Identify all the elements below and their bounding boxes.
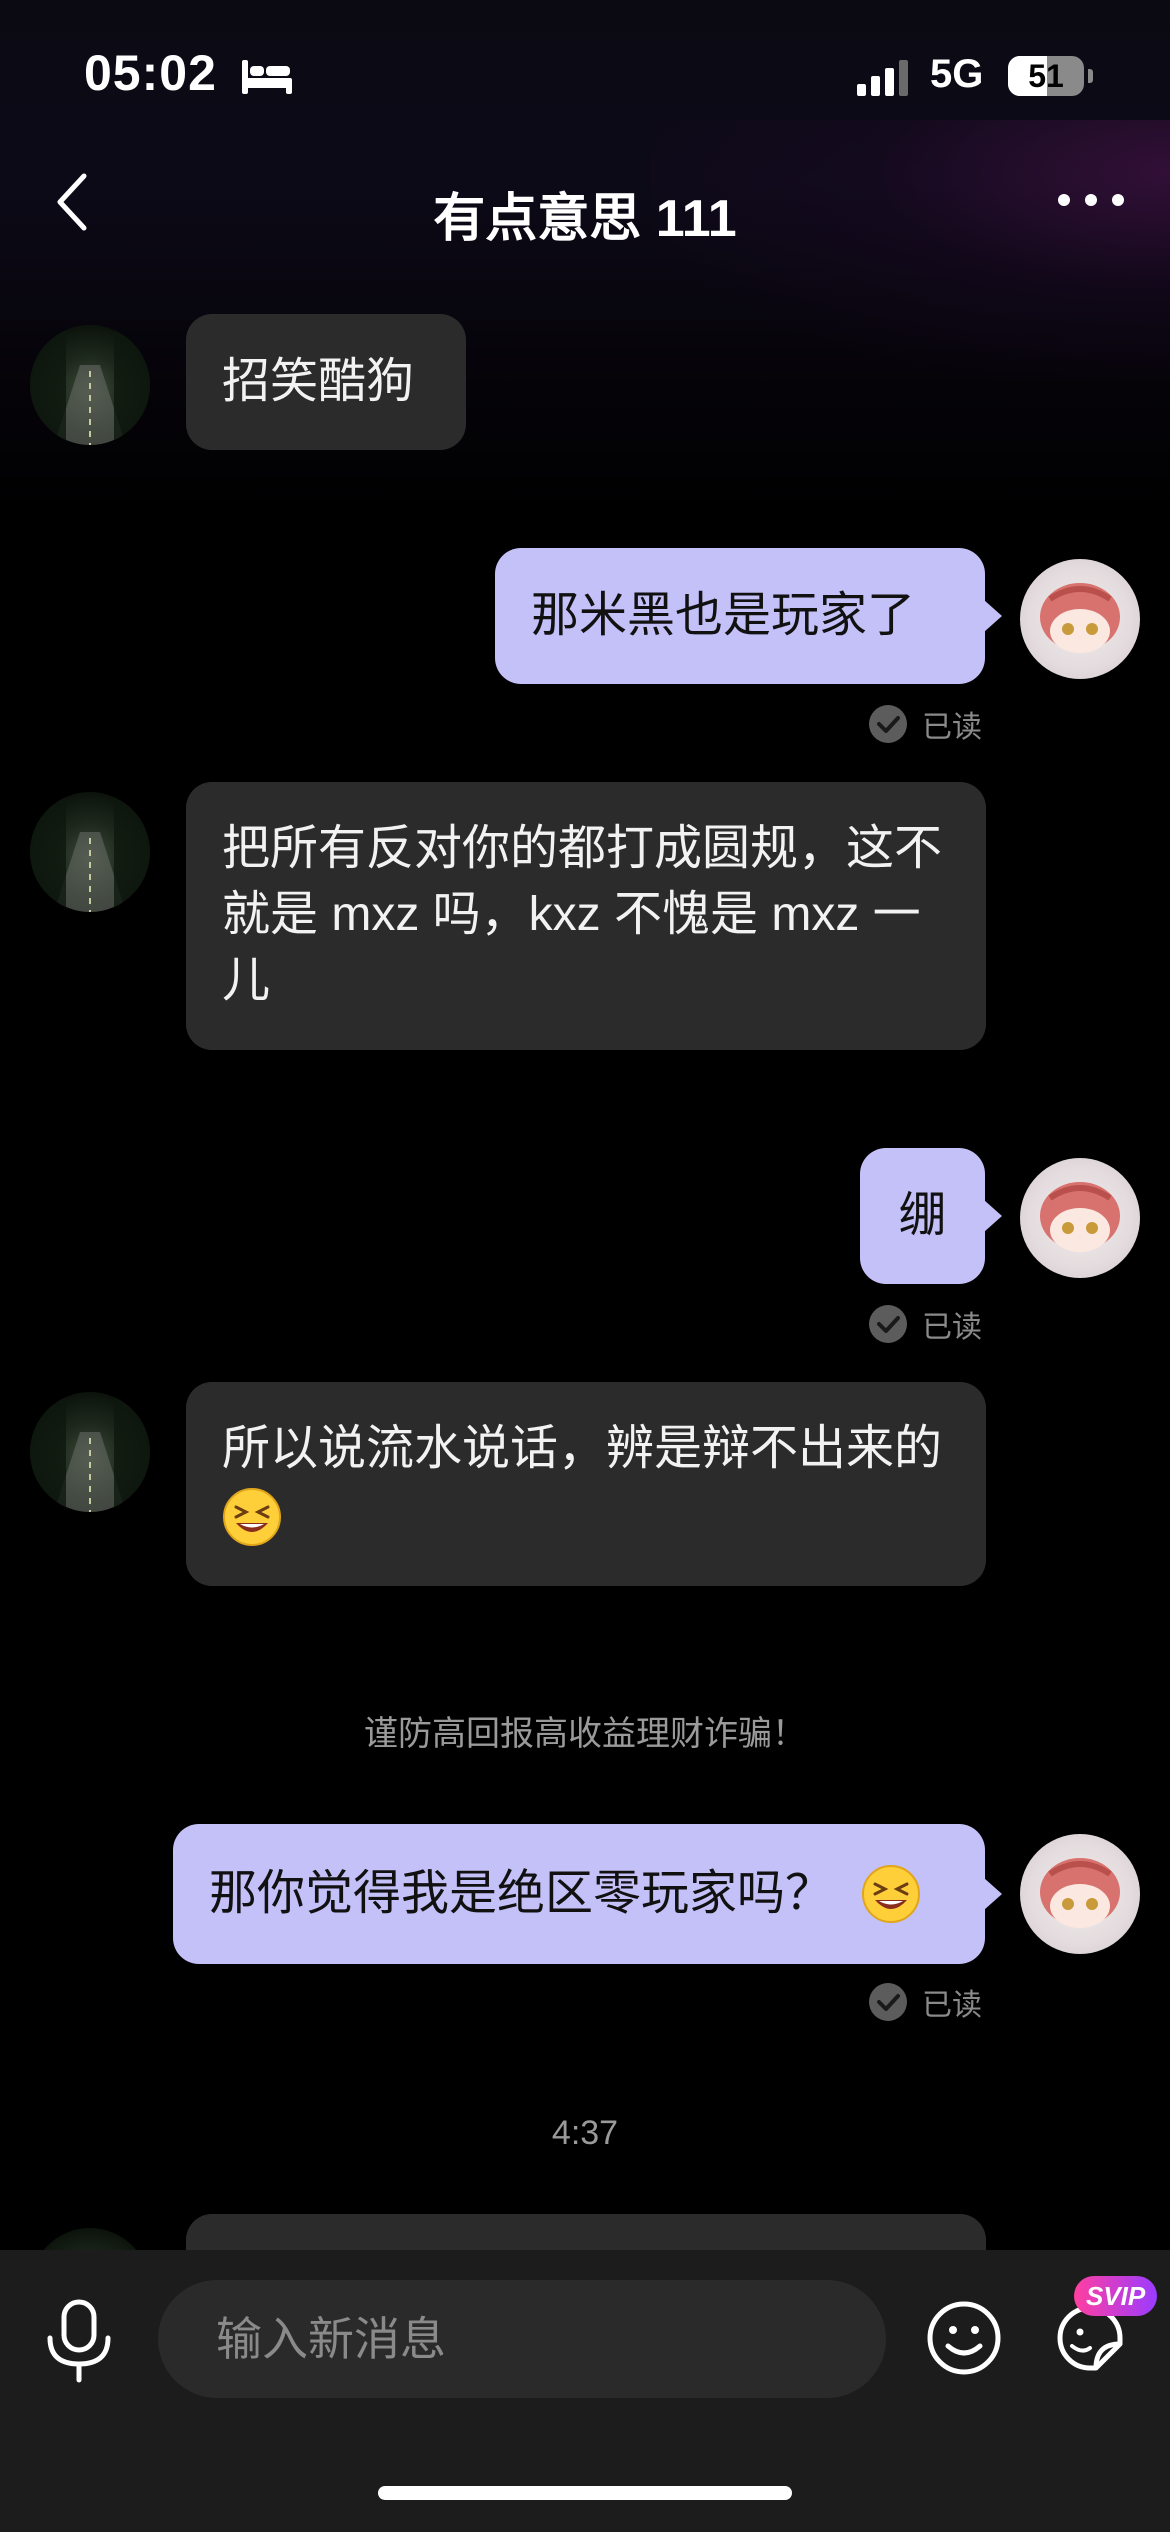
svip-badge: SVIP [1074,2276,1158,2316]
my-avatar[interactable] [1020,1834,1140,1954]
grinning-squint-emoji [862,1865,921,1923]
read-check-icon [869,705,907,743]
bubble-tail [984,1878,1002,1910]
message-text: 那米黑也是玩家了 [531,589,916,642]
bubble-tail [984,1200,1002,1232]
read-receipt: 已读 [868,1980,982,2024]
read-status: 已读 [922,1311,982,1344]
message-input[interactable] [158,2280,886,2398]
sleep-bed-icon [242,60,292,94]
contact-avatar[interactable] [30,1392,150,1512]
system-notice: 谨防高回报高收益理财诈骗！ [364,1715,806,1753]
read-check-icon [869,1983,907,2021]
message-text: 招笑酷狗 [222,355,415,408]
my-avatar[interactable] [1020,559,1140,679]
message-text: 所以说流水说话，辨是辩不出来的 [222,1416,950,1548]
read-status: 已读 [922,711,982,744]
forest-road-picture [30,325,150,445]
more-dots-icon[interactable] [1056,185,1126,215]
forest-road-picture [30,1392,150,1512]
contact-avatar[interactable] [30,792,150,912]
read-receipt: 已读 [868,702,982,746]
message-bubble-outgoing[interactable]: 绷 [860,1148,985,1284]
battery-nub [1088,69,1093,83]
status-bar: 05:02 5G 51 [0,0,1170,150]
home-indicator [378,2486,792,2500]
battery-level: 51 [1028,58,1064,94]
contact-avatar[interactable] [30,325,150,445]
smiley-icon[interactable] [926,2300,1002,2376]
status-time: 05:02 [84,45,217,101]
message-bubble-incoming[interactable]: 招笑酷狗 [186,314,466,450]
microphone-icon[interactable] [40,2298,118,2384]
message-bubble-outgoing[interactable]: 那你觉得我是绝区零玩家吗？ [173,1824,985,1964]
message-bubble-outgoing[interactable]: 那米黑也是玩家了 [495,548,985,684]
read-receipt: 已读 [868,1302,982,1346]
message-text: 那你觉得我是绝区零玩家吗？ [209,1867,834,1920]
anime-character-picture [1040,1182,1120,1252]
signal-bars-icon [857,60,908,96]
battery-icon: 51 [1008,56,1084,96]
chat-title: 有点意思 111 [433,190,737,248]
read-check-icon [869,1305,907,1343]
network-type: 5G [930,52,984,96]
message-text: 把所有反对你的都打成圆规，这不就是 mxz 吗，kxz 不愧是 mxz 一儿 [222,822,943,1007]
anime-character-picture [1040,583,1120,653]
message-bubble-incoming[interactable]: 所以说流水说话，辨是辩不出来的 [186,1382,986,1586]
message-text: 绷 [898,1189,947,1242]
read-status: 已读 [922,1989,982,2022]
my-avatar[interactable] [1020,1158,1140,1278]
back-chevron-icon[interactable] [50,170,98,234]
message-bubble-incoming[interactable]: 把所有反对你的都打成圆规，这不就是 mxz 吗，kxz 不愧是 mxz 一儿 [186,782,986,1050]
grinning-squint-emoji [223,1488,281,1547]
chat-screen: 05:02 5G 51 有点意思 111 招笑酷狗 那米黑也是玩家了 已读 把所… [0,0,1170,2532]
bubble-tail [984,600,1002,632]
forest-road-picture [30,792,150,912]
message-text-content: 所以说流水说话，辨是辩不出来的 [222,1422,943,1475]
time-divider: 4:37 [551,2114,619,2152]
anime-character-picture [1040,1858,1120,1928]
